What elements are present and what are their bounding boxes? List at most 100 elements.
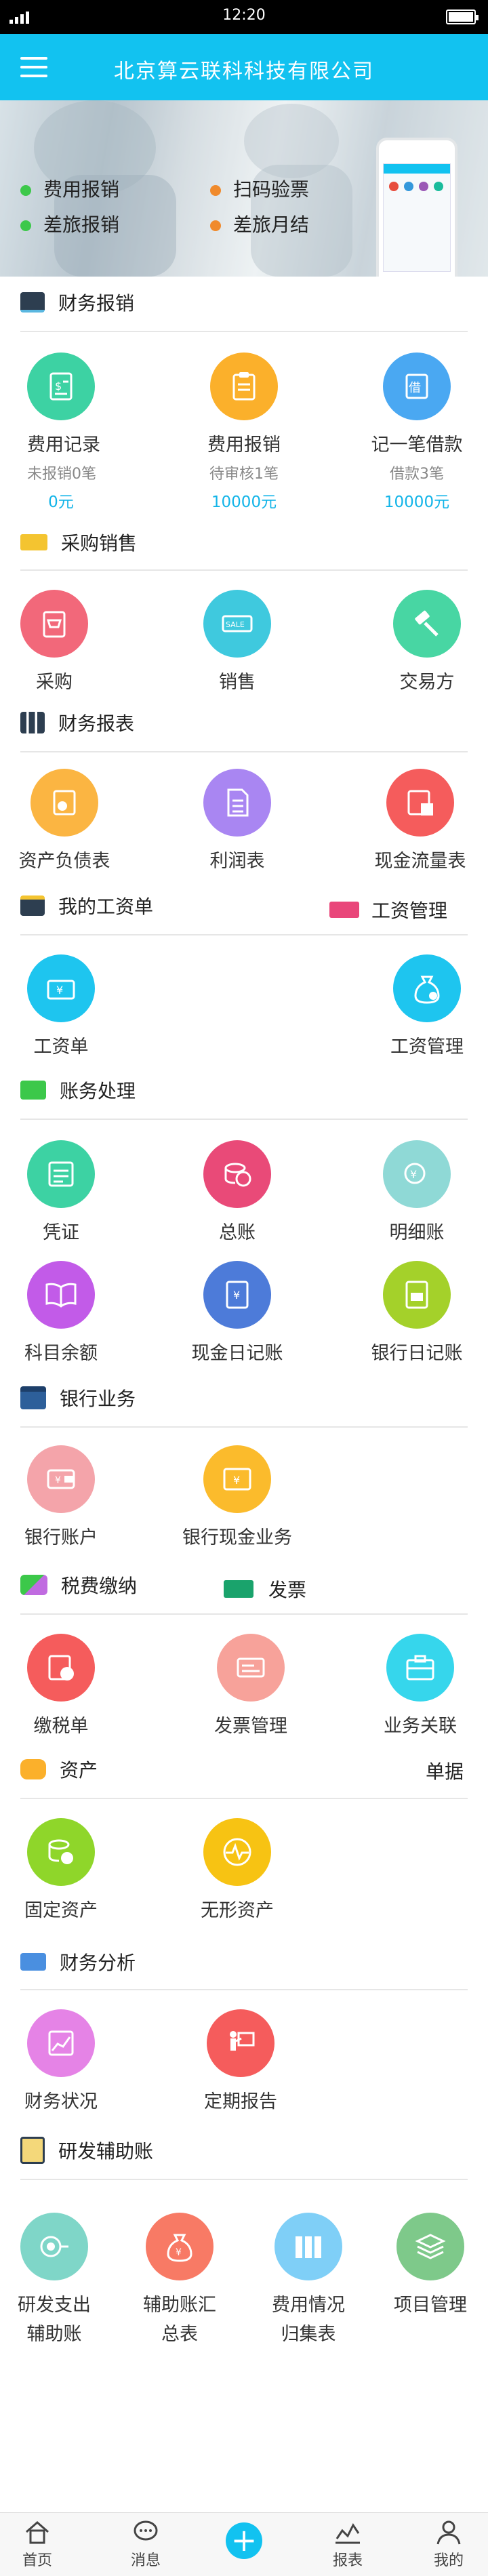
tab-home[interactable]: 首页 [3, 2518, 71, 2570]
item-bank-account[interactable]: ¥ 银行账户 [20, 1445, 102, 1549]
item-expense-collection[interactable]: 费用情况 归集表 [261, 2213, 356, 2346]
svg-text:¥: ¥ [410, 1168, 417, 1181]
divider [20, 569, 468, 571]
presenter-icon [207, 2009, 274, 2077]
battery-icon [446, 9, 479, 24]
item-business-link[interactable]: 业务关联 [376, 1634, 464, 1737]
cart-icon [20, 590, 88, 658]
section-title-banking: 银行业务 [20, 1384, 136, 1411]
item-bank-journal[interactable]: 银行日记账 [366, 1261, 468, 1365]
layers-icon [396, 2213, 464, 2280]
item-payroll-management[interactable]: 工资管理 [383, 954, 471, 1058]
item-fixed-assets[interactable]: 固定资产 [20, 1818, 102, 1922]
divider [20, 934, 468, 935]
item-invoice-management[interactable]: 发票管理 [203, 1634, 298, 1737]
section-title-purchase-sales: 采购销售 [20, 529, 137, 556]
tab-mine[interactable]: 我的 [415, 2518, 483, 2570]
wallet-icon: ¥ [27, 1445, 95, 1513]
banner-item-expense[interactable]: 费用报销 [20, 175, 119, 202]
item-account-balance[interactable]: 科目余额 [20, 1261, 102, 1365]
pulse-icon [203, 1818, 271, 1886]
section-title-rnd: 研发辅助账 [20, 2137, 153, 2164]
svg-text:¥: ¥ [55, 1475, 61, 1486]
item-balance-sheet[interactable]: 资产负债表 [14, 769, 115, 872]
divider [20, 1426, 468, 1428]
item-detail-ledger[interactable]: ¥ 明细账 [383, 1140, 451, 1244]
coins-icon [203, 1140, 271, 1208]
section-title-accounting: 账务处理 [20, 1076, 136, 1104]
item-expense-record[interactable]: $ 费用记录 未报销0笔 0元 [27, 353, 100, 512]
loan-icon: 借 [383, 353, 451, 420]
bottom-tab-bar: 首页 消息 + 报表 我的 [0, 2512, 488, 2576]
item-aux-summary[interactable]: ¥ 辅助账汇 总表 [132, 2213, 227, 2346]
dot-icon [210, 220, 221, 231]
banner[interactable]: 费用报销 扫码验票 差旅报销 差旅月结 [0, 100, 488, 277]
money-bag-summary-icon: ¥ [146, 2213, 214, 2280]
home-icon [24, 2518, 51, 2545]
item-counterparty[interactable]: 交易方 [390, 590, 464, 693]
item-purchase[interactable]: 采购 [20, 590, 88, 693]
item-record-loan[interactable]: 借 记一笔借款 借款3笔 10000元 [366, 353, 468, 512]
cash-book-icon: ¥ [203, 1261, 271, 1329]
section-title-payroll-right: 工资管理 [329, 896, 447, 923]
item-periodic-report[interactable]: 定期报告 [190, 2009, 291, 2113]
svg-text:¥: ¥ [56, 984, 63, 997]
svg-text:SALE: SALE [226, 620, 245, 629]
open-book-icon [27, 1261, 95, 1329]
item-cash-flow[interactable]: 现金流量表 [366, 769, 474, 872]
document-icon [203, 769, 271, 837]
divider [20, 1119, 468, 1120]
section-title-analysis: 财务分析 [20, 1948, 136, 1975]
item-voucher[interactable]: 凭证 [27, 1140, 95, 1244]
section-title-documents: 单据 [426, 1760, 464, 1783]
item-tax-bill[interactable]: 缴税单 [27, 1634, 95, 1737]
svg-text:¥: ¥ [176, 2247, 182, 2258]
payslip-icon: ¥ [27, 954, 95, 1022]
line-chart-icon [27, 2009, 95, 2077]
cash-icon [20, 1081, 46, 1100]
item-bank-cash[interactable]: ¥ 银行现金业务 [176, 1445, 298, 1549]
svg-text:¥: ¥ [233, 1289, 240, 1302]
section-title-assets: 资产 [20, 1756, 98, 1783]
divider [20, 2179, 468, 2180]
tab-reports[interactable]: 报表 [314, 2518, 382, 2570]
plus-icon[interactable]: + [226, 2522, 262, 2559]
fixed-asset-icon [27, 1818, 95, 1886]
user-icon [435, 2518, 462, 2545]
tax-bill-icon [27, 1634, 95, 1702]
item-intangible-assets[interactable]: 无形资产 [193, 1818, 281, 1922]
banner-item-monthly[interactable]: 差旅月结 [210, 210, 309, 237]
item-rnd-aux-account[interactable]: 研发支出 辅助账 [7, 2213, 102, 2346]
section-title-finance-expense: 财务报销 [20, 289, 134, 316]
folder-icon [20, 895, 45, 916]
presentation-icon [20, 1953, 46, 1971]
divider [20, 1989, 468, 1990]
binders-icon [274, 2213, 342, 2280]
item-cash-journal[interactable]: ¥ 现金日记账 [186, 1261, 288, 1365]
item-income-statement[interactable]: 利润表 [200, 769, 274, 872]
svg-text:$: $ [55, 380, 62, 393]
rnd-doc-icon [20, 2137, 45, 2164]
item-sales[interactable]: SALE 销售 [203, 590, 271, 693]
cash-ticket-icon: ¥ [203, 1445, 271, 1513]
item-expense-claim[interactable]: 费用报销 待审核1笔 10000元 [203, 353, 285, 512]
section-title-invoice: 发票 [224, 1575, 306, 1603]
divider [20, 751, 468, 752]
invoice-icon [217, 1634, 285, 1702]
banner-item-scan[interactable]: 扫码验票 [210, 175, 309, 202]
message-icon [132, 2518, 159, 2545]
tab-messages[interactable]: 消息 [112, 2518, 180, 2570]
banner-item-travel[interactable]: 差旅报销 [20, 210, 119, 237]
monitor-icon [20, 292, 45, 313]
item-financial-status[interactable]: 财务状况 [14, 2009, 108, 2113]
clipboard-icon [210, 353, 278, 420]
truck-icon [20, 534, 47, 550]
section-title-tax: 税费缴纳 [20, 1571, 137, 1598]
item-general-ledger[interactable]: 总账 [203, 1140, 271, 1244]
dot-icon [20, 185, 31, 196]
item-payslip[interactable]: ¥ 工资单 [27, 954, 95, 1058]
dot-icon [210, 185, 221, 196]
invoice-bill-icon [224, 1580, 253, 1598]
item-project-management[interactable]: 项目管理 [383, 2213, 478, 2319]
sale-tag-icon: SALE [203, 590, 271, 658]
